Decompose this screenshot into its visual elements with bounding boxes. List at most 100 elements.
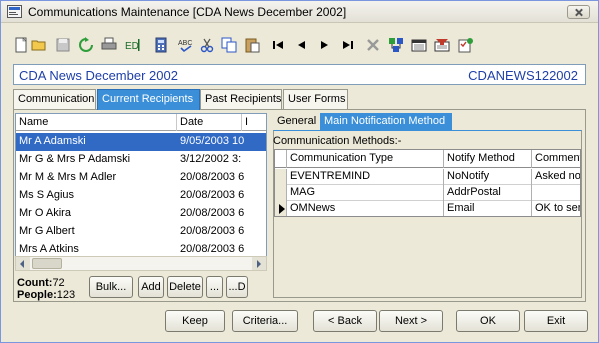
column-header-date[interactable]: Date xyxy=(177,114,242,131)
recipient-row[interactable]: Mr O Akira 20/08/2003 6 xyxy=(16,205,266,223)
criteria-button[interactable]: Criteria... xyxy=(232,310,298,332)
tab-past-recipients[interactable]: Past Recipients xyxy=(200,89,282,109)
scrollbar-thumb[interactable] xyxy=(32,258,62,269)
previous-record-button[interactable] xyxy=(292,36,310,54)
recipient-date: 20/08/2003 6 xyxy=(180,225,245,237)
spell-check-button[interactable]: ABC xyxy=(177,36,195,54)
edit-id-button[interactable]: ED xyxy=(124,36,142,54)
scroll-left-icon[interactable] xyxy=(16,257,30,270)
print-button[interactable] xyxy=(100,36,118,54)
column-header-communication-type[interactable]: Communication Type xyxy=(287,150,444,168)
tab-current-recipients[interactable]: Current Recipients xyxy=(97,89,200,110)
recipient-date: 20/08/2003 6 xyxy=(180,171,245,183)
subtab-general[interactable]: General xyxy=(273,113,319,131)
tab-user-forms[interactable]: User Forms xyxy=(283,89,348,109)
next-record-button[interactable] xyxy=(316,36,334,54)
checklist-button[interactable] xyxy=(456,36,474,54)
edit-id-icon: ED xyxy=(125,39,140,52)
notify-method-cell: AddrPostal xyxy=(444,185,532,201)
ellipsis-d-button[interactable]: ...D xyxy=(226,276,248,298)
filter-icon xyxy=(434,39,450,52)
last-record-icon xyxy=(343,41,353,49)
add-button[interactable]: Add xyxy=(138,276,164,298)
open-folder-icon xyxy=(31,40,46,51)
communication-type-cell: MAG xyxy=(287,185,444,201)
next-button[interactable]: Next > xyxy=(379,310,443,332)
save-disk-icon xyxy=(56,38,70,52)
cut-button[interactable] xyxy=(198,36,216,54)
previous-record-icon xyxy=(298,41,305,49)
ok-button[interactable]: OK xyxy=(456,310,520,332)
recipients-horizontal-scrollbar[interactable] xyxy=(15,256,267,271)
calendar-button[interactable] xyxy=(410,36,428,54)
main-window: Communications Maintenance [CDA News Dec… xyxy=(0,0,599,343)
delete-icon xyxy=(367,39,379,51)
recipients-list[interactable]: Name Date I Mr A Adamski 9/05/2003 10 Mr G… xyxy=(15,113,267,271)
notify-method-cell: Email xyxy=(444,201,532,216)
count-value: 72 xyxy=(52,277,65,289)
delete-button[interactable]: Delete xyxy=(167,276,203,298)
column-header-extra[interactable]: I xyxy=(242,114,266,131)
paste-icon xyxy=(245,38,260,53)
delete-button[interactable] xyxy=(364,36,382,54)
copy-button[interactable] xyxy=(220,36,238,54)
tab-communication[interactable]: Communication xyxy=(13,89,96,109)
close-icon[interactable] xyxy=(567,5,590,19)
recipient-date: 9/05/2003 10 xyxy=(180,135,245,147)
print-icon xyxy=(101,37,117,50)
recipient-row[interactable]: Ms S Agius 20/08/2003 6 xyxy=(16,187,266,205)
column-header-comment[interactable]: Comment xyxy=(532,150,580,168)
communication-code: CDANEWS122002 xyxy=(468,68,578,83)
communication-method-row[interactable]: MAG AddrPostal xyxy=(275,185,580,201)
refresh-icon xyxy=(79,37,93,52)
svg-text:ED: ED xyxy=(125,41,139,52)
column-header-notify-method[interactable]: Notify Method xyxy=(444,150,532,168)
recipient-date: 20/08/2003 6 xyxy=(180,207,245,219)
cut-icon xyxy=(200,38,214,53)
first-record-button[interactable] xyxy=(269,36,287,54)
recipients-list-header: Name Date I xyxy=(16,114,266,131)
communication-header: CDA News December 2002 CDANEWS122002 xyxy=(13,64,586,85)
new-document-button[interactable] xyxy=(12,36,30,54)
subtab-main-notification-method[interactable]: Main Notification Method xyxy=(320,113,452,131)
exit-button[interactable]: Exit xyxy=(524,310,588,332)
people-value: 123 xyxy=(56,289,76,301)
spell-check-icon: ABC xyxy=(178,40,192,53)
row-selector[interactable] xyxy=(275,201,287,216)
current-row-icon xyxy=(279,204,285,214)
communication-methods-grid[interactable]: Communication Type Notify Method Comment… xyxy=(274,149,581,217)
people-label: People: xyxy=(17,289,57,301)
first-record-icon xyxy=(273,41,283,49)
communication-title: CDA News December 2002 xyxy=(19,68,178,83)
ellipsis-button[interactable]: ... xyxy=(206,276,223,298)
paste-button[interactable] xyxy=(243,36,261,54)
refresh-button[interactable] xyxy=(77,36,95,54)
scroll-right-icon[interactable] xyxy=(252,257,266,270)
calculator-button[interactable] xyxy=(152,36,170,54)
recipient-row[interactable]: Mr A Adamski 9/05/2003 10 xyxy=(16,133,266,151)
recipient-name: Mr A Adamski xyxy=(19,135,86,147)
back-button[interactable]: < Back xyxy=(313,310,377,332)
calendar-icon xyxy=(411,39,427,52)
row-selector[interactable] xyxy=(275,185,287,201)
bulk-button[interactable]: Bulk... xyxy=(89,276,133,298)
recipient-row[interactable]: Mr M & Mrs M Adler 20/08/2003 6 xyxy=(16,169,266,187)
keep-button[interactable]: Keep xyxy=(165,310,225,332)
save-disk-button[interactable] xyxy=(54,36,72,54)
network-button[interactable] xyxy=(387,36,405,54)
recipient-row[interactable]: Mr G Albert 20/08/2003 6 xyxy=(16,223,266,241)
open-folder-button[interactable] xyxy=(30,36,48,54)
count-label: Count: xyxy=(17,277,53,289)
recipient-row[interactable]: Mr G & Mrs P Adamski 3/12/2002 3: xyxy=(16,151,266,169)
recipient-counts: Count:72 People:123 xyxy=(17,277,75,301)
network-icon xyxy=(389,38,403,52)
filter-button[interactable] xyxy=(433,36,451,54)
communication-method-row[interactable]: OMNews Email OK to sen xyxy=(275,201,580,216)
notify-method-cell: NoNotify xyxy=(444,169,532,185)
last-record-button[interactable] xyxy=(339,36,357,54)
comment-cell: Asked not xyxy=(535,170,581,182)
communication-method-row[interactable]: EVENTREMIND NoNotify Asked not xyxy=(275,169,581,185)
window-title: Communications Maintenance [CDA News Dec… xyxy=(28,5,347,19)
column-header-name[interactable]: Name xyxy=(16,114,177,131)
row-selector[interactable] xyxy=(275,169,287,185)
